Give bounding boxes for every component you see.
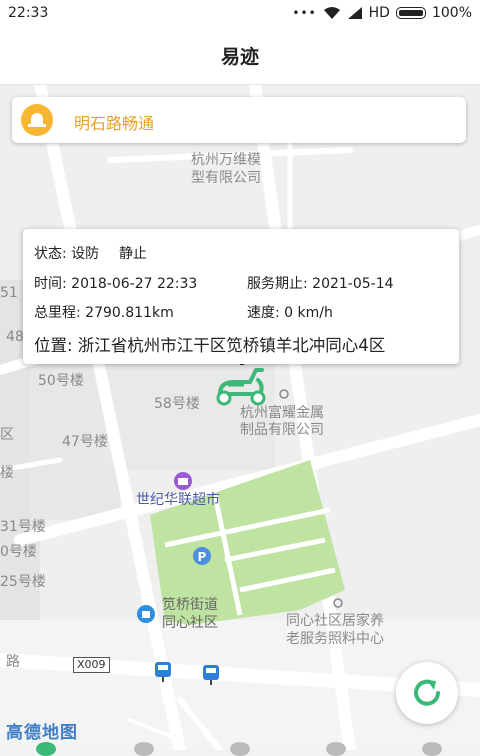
building-label: 50号楼: [38, 373, 84, 389]
more-dots-icon: •••: [292, 6, 317, 20]
scooter-icon[interactable]: [214, 364, 268, 406]
status-time: 22:33: [8, 5, 49, 21]
tab-home-icon[interactable]: [36, 742, 56, 756]
road-code-badge: X009: [73, 657, 110, 673]
traffic-alert-icon: [21, 104, 53, 136]
poi-label: 同心社区: [162, 615, 218, 631]
battery-level: 100%: [431, 5, 472, 21]
building-label: 51: [0, 285, 18, 301]
poi-label: 同心社区居家养: [286, 613, 384, 629]
building-label: 31号楼: [0, 519, 46, 535]
total-mileage: 总里程: 2790.811km: [34, 305, 174, 321]
vehicle-info-popup[interactable]: 状态: 设防 静止 时间: 2018-06-27 22:33 服务期止: 202…: [23, 229, 459, 364]
tab-icon[interactable]: [134, 742, 154, 756]
signal-icon: [347, 7, 362, 19]
building-label: 25号楼: [0, 574, 46, 590]
svg-text:P: P: [198, 550, 207, 564]
poi-label: 杭州富耀金属: [240, 405, 324, 421]
tab-icon[interactable]: [230, 742, 250, 756]
building-label: 楼: [0, 465, 14, 481]
road-label: 路: [6, 654, 20, 670]
report-time: 时间: 2018-06-27 22:33: [34, 276, 198, 292]
poi-label: 杭州万维模: [191, 152, 261, 168]
refresh-icon: [414, 679, 440, 706]
speed: 速度: 0 km/h: [247, 305, 333, 321]
tab-icon[interactable]: [326, 742, 346, 756]
guard-status: 状态: 设防: [34, 246, 100, 262]
poi-label: 老服务照料中心: [286, 631, 384, 647]
service-expiry: 服务期止: 2021-05-14: [247, 276, 394, 292]
poi-label: 制品有限公司: [240, 422, 324, 438]
location-address: 位置: 浙江省杭州市江干区笕桥镇羊北冲同心4区: [34, 336, 386, 355]
bus-stop-icon[interactable]: [202, 664, 220, 686]
poi-label: 型有限公司: [191, 170, 261, 186]
page-title: 易迹: [220, 46, 259, 68]
battery-icon: [395, 7, 426, 19]
poi-label: 笕桥街道: [162, 597, 218, 613]
supermarket-label: 世纪华联超市: [136, 492, 220, 508]
building-label: 0号楼: [0, 544, 37, 560]
building-label: 47号楼: [62, 434, 108, 450]
traffic-status-card[interactable]: 明石路畅通: [12, 97, 466, 143]
building-label: 48: [6, 329, 24, 345]
wifi-icon: [323, 7, 340, 19]
network-type: HD: [368, 5, 390, 21]
nav-bar: 易迹: [0, 28, 480, 85]
building-label: 区: [0, 427, 14, 443]
refresh-button[interactable]: [396, 662, 458, 724]
map-provider-logo: 高德地图: [6, 723, 78, 743]
bus-stop-icon[interactable]: [154, 661, 172, 683]
motion-status: 静止: [119, 246, 147, 262]
traffic-status-text: 明石路畅通: [74, 114, 155, 133]
tab-icon[interactable]: [422, 742, 442, 756]
status-bar: 22:33 ••• HD 100%: [0, 0, 480, 28]
map-view[interactable]: P 杭州万维模 型有限公司 51 48 50号楼 58号楼 杭州富耀金属 制品有…: [0, 85, 480, 750]
building-label: 58号楼: [154, 396, 200, 412]
